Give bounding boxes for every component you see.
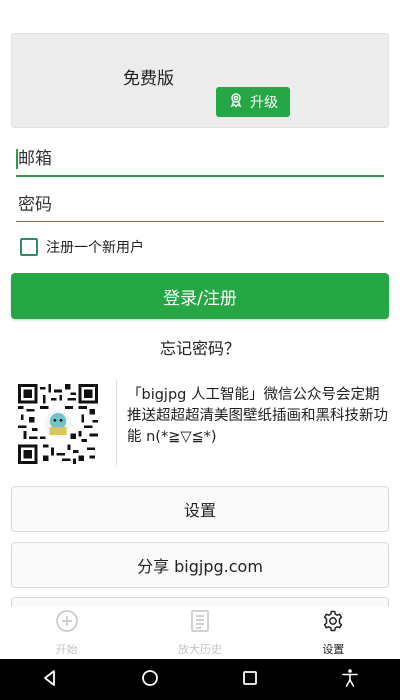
accessibility-icon — [340, 668, 360, 692]
wechat-qr-code — [16, 384, 100, 464]
register-checkbox-row[interactable]: 注册一个新用户 — [20, 237, 144, 257]
home-button[interactable] — [130, 665, 170, 695]
register-checkbox-label: 注册一个新用户 — [46, 240, 144, 256]
medal-icon — [228, 92, 244, 112]
password-field[interactable] — [16, 195, 384, 215]
wechat-promo-text: 「bigjpg 人工智能」微信公众号会定期推送超超超清美图壁纸插画和黑科技新功能… — [127, 387, 388, 445]
gear-icon — [321, 609, 345, 637]
accessibility-button[interactable] — [330, 665, 370, 695]
promo-divider — [116, 380, 117, 465]
home-icon — [140, 668, 160, 692]
login-register-button[interactable]: 登录/注册 — [11, 273, 389, 319]
register-checkbox[interactable] — [20, 238, 38, 256]
email-field[interactable] — [16, 149, 384, 169]
bottom-tab-bar: 开始 放大历史 设置 — [0, 607, 400, 659]
back-icon — [40, 668, 60, 692]
plus-circle-icon — [55, 609, 79, 637]
upgrade-button[interactable]: 升级 — [216, 87, 290, 117]
tab-settings[interactable]: 设置 — [267, 607, 400, 659]
tab-history[interactable]: 放大历史 — [133, 607, 266, 659]
plan-label: 免费版 — [123, 69, 174, 89]
system-navigation-bar — [0, 659, 400, 700]
recents-icon — [240, 668, 260, 692]
forgot-password-link[interactable]: 忘记密码？ — [0, 335, 400, 359]
settings-button[interactable]: 设置 — [11, 486, 389, 532]
password-field-wrapper — [16, 190, 384, 222]
back-button[interactable] — [30, 665, 70, 695]
document-list-icon — [188, 609, 212, 637]
tab-history-label: 放大历史 — [177, 643, 222, 656]
tab-start[interactable]: 开始 — [0, 607, 133, 659]
share-button[interactable]: 分享 bigjpg.com — [11, 542, 389, 588]
email-field-wrapper — [16, 145, 384, 177]
upgrade-label: 升级 — [250, 95, 278, 111]
recents-button[interactable] — [230, 665, 270, 695]
tab-start-label: 开始 — [55, 643, 78, 656]
tab-settings-label: 设置 — [322, 643, 345, 656]
plan-panel: 免费版 升级 — [11, 33, 389, 128]
